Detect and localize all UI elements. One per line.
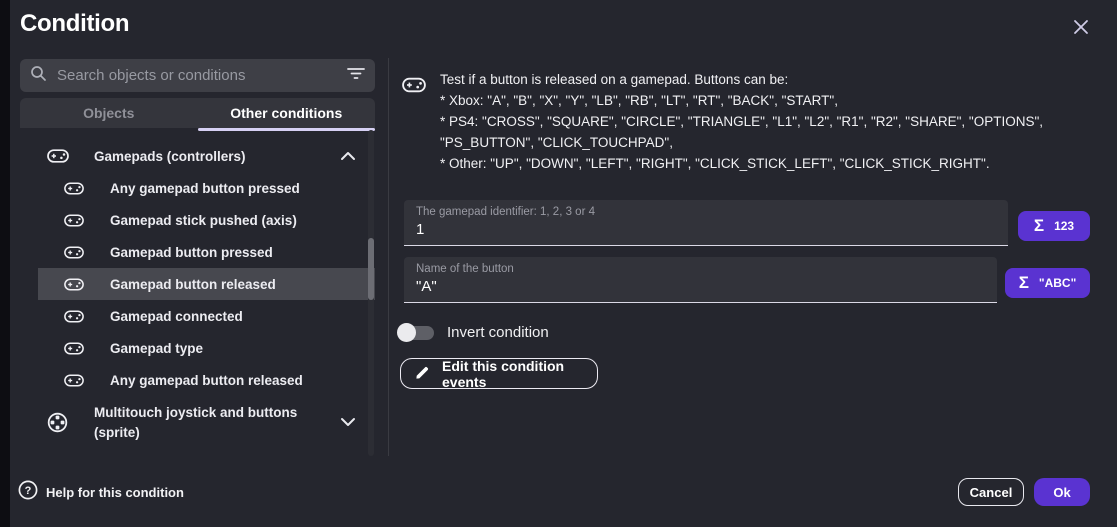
description-line: * Xbox: "A", "B", "X", "Y", "LB", "RB", … [440, 90, 1105, 111]
help-label: Help for this condition [46, 485, 184, 500]
description-line: * PS4: "CROSS", "SQUARE", "CIRCLE", "TRI… [440, 111, 1105, 132]
list-item[interactable]: Gamepad connected [10, 300, 375, 332]
gamepad-icon [64, 214, 84, 227]
search-icon [30, 65, 47, 87]
list-item-label: Any gamepad button pressed [110, 181, 300, 196]
list-item[interactable]: Any gamepad button pressed [10, 172, 375, 204]
gamepad-icon [64, 246, 84, 259]
svg-text:?: ? [25, 485, 32, 497]
expression-button-label: "ABC" [1039, 276, 1076, 290]
list-item-label: Gamepad connected [110, 309, 243, 324]
tab-other-conditions[interactable]: Other conditions [198, 98, 376, 128]
help-icon: ? [18, 480, 38, 505]
field-label: The gamepad identifier: 1, 2, 3 or 4 [416, 206, 996, 218]
page-title: Condition [20, 10, 129, 38]
invert-condition-label: Invert condition [447, 324, 549, 341]
condition-dialog: Condition Objects Other conditions [0, 0, 1117, 527]
filter-icon[interactable] [347, 66, 365, 85]
tab-objects-label: Objects [83, 105, 134, 121]
list-item[interactable]: Gamepad button pressed [10, 236, 375, 268]
gamepad-identifier-field[interactable]: The gamepad identifier: 1, 2, 3 or 4 [404, 200, 1008, 246]
list-item[interactable]: Any gamepad button released [10, 364, 375, 396]
condition-description: Test if a button is released on a gamepa… [440, 69, 1105, 174]
expression-builder-number-button[interactable]: Σ 123 [1018, 211, 1090, 241]
close-icon [1072, 18, 1090, 41]
list-item-label: Gamepad button pressed [110, 245, 273, 260]
sigma-icon: Σ [1019, 273, 1029, 293]
list-item[interactable]: Gamepad stick pushed (axis) [10, 204, 375, 236]
search-bar [20, 59, 375, 92]
list-item-label: Any gamepad button released [110, 373, 303, 388]
chevron-down-icon[interactable] [340, 417, 356, 427]
list-item[interactable]: Gamepad type [10, 332, 375, 364]
gamepad-identifier-input[interactable] [416, 221, 996, 238]
button-name-input[interactable] [416, 278, 985, 295]
field-label: Name of the button [416, 263, 985, 275]
description-line: "PS_BUTTON", "CLICK_TOUCHPAD", [440, 132, 1105, 153]
group-row-gamepads[interactable]: Gamepads (controllers) [10, 140, 375, 172]
edit-button-label: Edit this condition events [442, 358, 597, 390]
search-input[interactable] [55, 66, 347, 85]
cancel-button-label: Cancel [970, 485, 1013, 500]
list-scrollbar[interactable] [368, 130, 374, 456]
group-label-line2: (sprite) [94, 425, 140, 440]
ok-button[interactable]: Ok [1034, 478, 1090, 506]
button-name-field[interactable]: Name of the button [404, 257, 997, 303]
edit-condition-events-button[interactable]: Edit this condition events [400, 358, 598, 389]
list-item-selected[interactable]: Gamepad button released [38, 268, 375, 300]
description-line: * Other: "UP", "DOWN", "LEFT", "RIGHT", … [440, 153, 1105, 174]
group-label: Gamepads (controllers) [94, 149, 246, 164]
expression-builder-string-button[interactable]: Σ "ABC" [1005, 268, 1090, 298]
close-button[interactable] [1068, 16, 1094, 42]
gamepad-icon [402, 77, 426, 93]
scrollbar-thumb[interactable] [368, 238, 374, 300]
group-label: Multitouch joystick and buttons (sprite) [94, 403, 314, 443]
group-label-line1: Multitouch joystick and buttons [94, 405, 297, 420]
description-line: Test if a button is released on a gamepa… [440, 69, 1105, 90]
gamepad-icon [64, 278, 84, 291]
tab-objects[interactable]: Objects [20, 98, 198, 128]
ok-button-label: Ok [1053, 485, 1070, 500]
panel-divider [388, 58, 389, 456]
help-link[interactable]: ? Help for this condition [18, 480, 184, 505]
conditions-tree: Gamepads (controllers) Any gamepad butto… [10, 130, 380, 456]
tab-other-conditions-label: Other conditions [230, 105, 342, 121]
dialog-surface: Condition Objects Other conditions [10, 0, 1117, 527]
expression-button-label: 123 [1054, 219, 1074, 233]
toggle-knob [397, 323, 416, 342]
invert-condition-toggle[interactable] [397, 323, 435, 342]
gamepad-icon [64, 374, 84, 387]
list-item-label: Gamepad button released [110, 277, 276, 292]
gamepad-icon [64, 310, 84, 323]
sigma-icon: Σ [1034, 216, 1044, 236]
gamepad-icon [47, 149, 69, 163]
cancel-button[interactable]: Cancel [958, 478, 1024, 506]
group-row-multitouch[interactable]: Multitouch joystick and buttons (sprite) [10, 398, 375, 446]
gamepad-icon [64, 182, 84, 195]
multitouch-dpad-icon [47, 412, 69, 433]
list-item-label: Gamepad stick pushed (axis) [110, 213, 297, 228]
pencil-icon [415, 365, 430, 383]
gamepad-icon [64, 342, 84, 355]
list-item-label: Gamepad type [110, 341, 203, 356]
chevron-up-icon[interactable] [340, 151, 356, 161]
tab-bar: Objects Other conditions [20, 98, 375, 128]
